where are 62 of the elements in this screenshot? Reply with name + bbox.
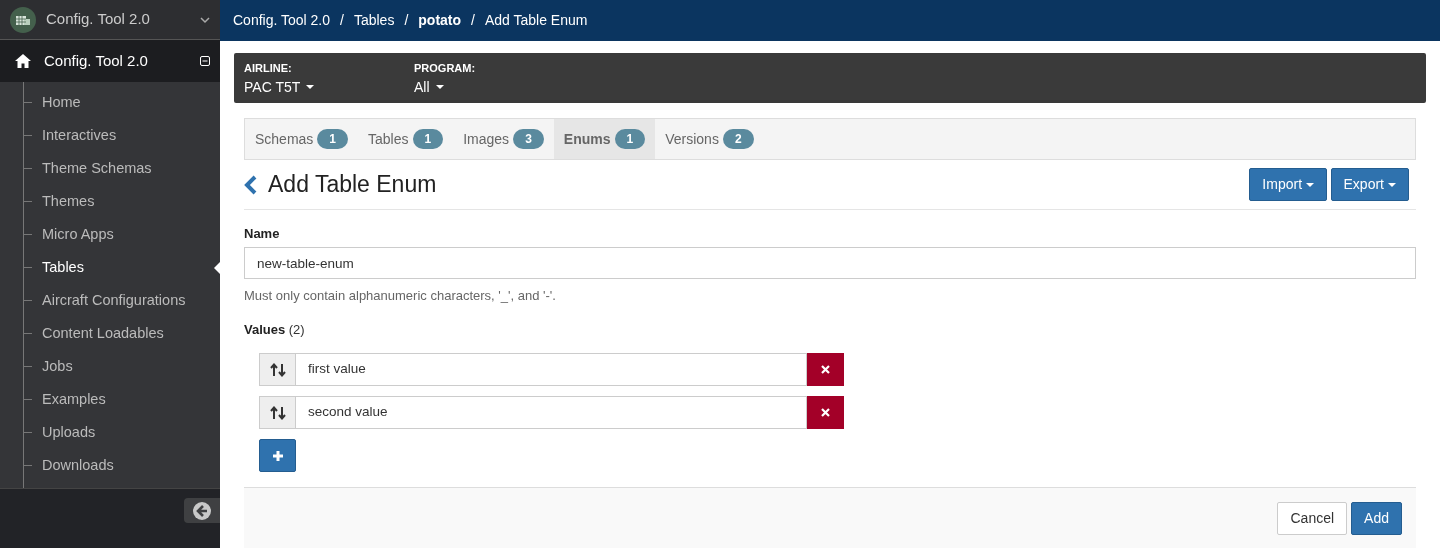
values-count: (2)	[288, 320, 305, 339]
home-icon	[14, 53, 32, 69]
breadcrumb-link[interactable]: Tables	[353, 10, 395, 31]
sidebar-item[interactable]: Jobs	[0, 350, 220, 383]
breadcrumb-link[interactable]: Config. Tool 2.0	[233, 10, 331, 31]
tab[interactable]: Images 3	[453, 119, 554, 159]
sidebar-item[interactable]: Interactives	[0, 119, 220, 152]
value-field[interactable]: second value	[296, 396, 807, 429]
sort-arrows-icon	[268, 362, 287, 377]
delete-button[interactable]	[807, 396, 844, 429]
filter-label: PROGRAM:	[414, 61, 477, 76]
tab[interactable]: Schemas 1	[245, 119, 359, 159]
count-badge: 3	[513, 129, 544, 149]
collapse-icon[interactable]	[200, 56, 210, 66]
delete-button[interactable]	[807, 353, 844, 386]
dropdown-button[interactable]: Import	[1249, 168, 1328, 201]
drag-handle[interactable]	[259, 353, 296, 386]
breadcrumb-link[interactable]: Add Table Enum	[484, 10, 588, 31]
count-badge: 2	[722, 129, 754, 149]
tab[interactable]: Enums 1	[553, 119, 656, 159]
plus-icon	[271, 449, 284, 462]
add-button[interactable]: Add	[1351, 502, 1402, 535]
help-text: Must only contain alphanumeric characters, '_', and '-'.	[244, 287, 557, 305]
sidebar-item[interactable]: Themes	[0, 185, 220, 218]
filter-dropdown[interactable]: All	[414, 76, 444, 98]
app-logo-icon	[10, 6, 36, 33]
name-field[interactable]: new-table-enum	[244, 247, 1416, 279]
field-label: Values	[244, 320, 286, 339]
sidebar-item[interactable]: Micro Apps	[0, 218, 220, 251]
back-icon[interactable]	[244, 174, 258, 195]
breadcrumb-link[interactable]: potato	[418, 10, 462, 31]
add-value-button[interactable]	[259, 439, 296, 472]
count-badge: 1	[412, 129, 444, 149]
page-title: Add Table Enum	[268, 170, 438, 199]
sidebar-item[interactable]: Examples	[0, 383, 220, 416]
app-switcher[interactable]: Config. Tool 2.0	[0, 0, 220, 40]
sidebar-item[interactable]: Downloads	[0, 449, 220, 482]
value-field[interactable]: first value	[296, 353, 807, 386]
sidebar-item[interactable]: Aircraft Configurations	[0, 284, 220, 317]
breadcrumb-separator: /	[340, 11, 344, 30]
sidebar-item[interactable]: Theme Schemas	[0, 152, 220, 185]
chevron-down-icon	[200, 15, 210, 24]
close-icon	[821, 365, 830, 374]
close-icon	[821, 408, 830, 417]
filter-dropdown[interactable]: PAC T5T	[244, 76, 315, 98]
tab[interactable]: Tables 1	[358, 119, 454, 159]
drag-handle[interactable]	[259, 396, 296, 429]
sort-arrows-icon	[268, 405, 287, 420]
count-badge: 1	[317, 129, 349, 149]
breadcrumb-separator: /	[404, 11, 409, 30]
sidebar-item[interactable]: Tables	[0, 251, 220, 284]
filter-label: AIRLINE:	[244, 61, 293, 76]
dropdown-button[interactable]: Export	[1330, 168, 1409, 201]
count-badge: 1	[614, 129, 646, 149]
sidebar-item[interactable]: Content Loadables	[0, 317, 220, 350]
sidebar-item[interactable]: Home	[0, 86, 220, 119]
collapse-sidebar-button[interactable]	[184, 498, 220, 523]
breadcrumb-separator: /	[471, 11, 475, 30]
cancel-button[interactable]: Cancel	[1277, 502, 1348, 535]
tab[interactable]: Versions 2	[655, 119, 764, 159]
field-label: Name	[244, 225, 281, 243]
sidebar-item[interactable]: Uploads	[0, 416, 220, 449]
